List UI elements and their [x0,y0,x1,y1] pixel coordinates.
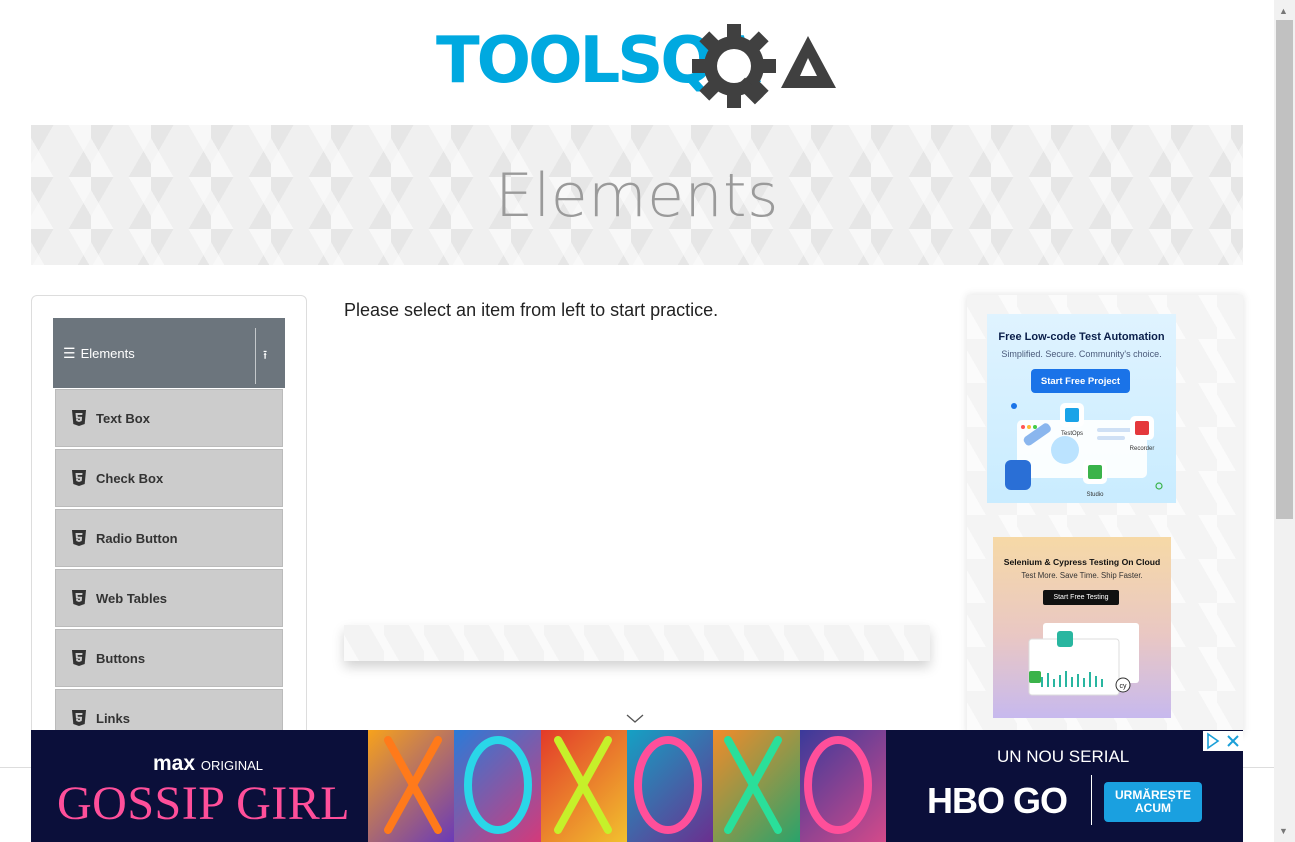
html5-icon [72,590,86,606]
sidebar-group-label: Elements [80,345,135,361]
divider [255,328,256,384]
ad-serial-label: UN NOU SERIAL [997,747,1130,766]
menu-icon: ☰ [63,344,76,361]
ad-brand-suffix: ORIGINAL [200,758,263,773]
ad-illustration: cy [1028,623,1139,696]
html5-icon [72,710,86,726]
collapse-icon[interactable]: ⭱ [263,346,267,367]
sidebar-item-label: Web Tables [96,590,168,606]
divider [1091,775,1092,825]
ad-label-testops: TestOps [1061,431,1083,437]
watch-now-button[interactable]: URMĂREȘTE ACUM [1104,782,1202,822]
ad-lambdatest[interactable]: Selenium & Cypress Testing On Cloud Test… [993,537,1171,718]
sidebar-item-label: Buttons [96,650,146,666]
page-banner: Elements [31,125,1243,265]
start-free-project-button[interactable]: Start Free Project [1031,369,1130,393]
sidebar-item-radio-button[interactable]: Radio Button [55,509,283,567]
ad-network-logo: HBO GO [927,780,1068,821]
sidebar-item-check-box[interactable]: Check Box [55,449,283,507]
ad-katalon[interactable]: Free Low-code Test Automation Simplified… [987,314,1176,503]
sidebar-item-web-tables[interactable]: Web Tables [55,569,283,627]
sidebar-item-buttons[interactable]: Buttons [55,629,283,687]
ad-brand: max ORIGINAL [153,752,263,775]
ad-label-studio: Studio [1086,492,1104,498]
ad-headline: Selenium & Cypress Testing On Cloud [1003,557,1161,567]
decorative-strip [344,625,930,661]
ad-label-recorder: Recorder [1130,446,1155,452]
scrollbar-thumb[interactable] [1276,20,1293,519]
sidebar-item-label: Check Box [96,470,164,486]
toolsqa-logo[interactable]: TOOLSQA [436,18,846,114]
sidebar-group-elements[interactable]: ☰ Elements ⭱ [53,318,285,388]
ad-subline: Simplified. Secure. Community's choice. [1001,349,1162,359]
ad-xo-overlay [384,736,872,834]
html5-icon [72,530,86,546]
sidebar-item-label: Links [96,710,130,726]
adchoices-icon[interactable] [1203,731,1223,751]
ad-headline: Free Low-code Test Automation [998,331,1165,343]
html5-icon [72,470,86,486]
chevron-down-icon[interactable] [626,712,644,724]
html5-icon [72,650,86,666]
ad-show-title: GOSSIP GIRL [57,777,351,830]
scroll-down-icon[interactable]: ▼ [1279,826,1288,836]
ad-subline: Test More. Save Time. Ship Faster. [1021,571,1143,580]
html5-icon [72,410,86,426]
sidebar-item-label: Text Box [96,410,150,426]
sidebar: ☰ Elements ⭱ Text Box Check Box Radio Bu… [31,295,307,757]
sidebar-item-text-box[interactable]: Text Box [55,389,283,447]
close-ad-icon[interactable] [1223,731,1243,751]
gear-icon [692,24,776,108]
start-free-testing-button[interactable]: Start Free Testing [1043,590,1119,605]
ad-illustration: TestOps Recorder Studio [1005,403,1163,498]
sidebar-item-label: Radio Button [96,530,178,546]
scroll-up-icon[interactable]: ▲ [1279,6,1288,16]
bottom-banner-ad[interactable]: max ORIGINAL GOSSIP GIRL UN NOU SERIAL H… [31,730,1243,842]
practice-prompt: Please select an item from left to start… [344,300,719,320]
page-title: Elements [495,161,779,231]
svg-text:cy: cy [1120,683,1128,690]
